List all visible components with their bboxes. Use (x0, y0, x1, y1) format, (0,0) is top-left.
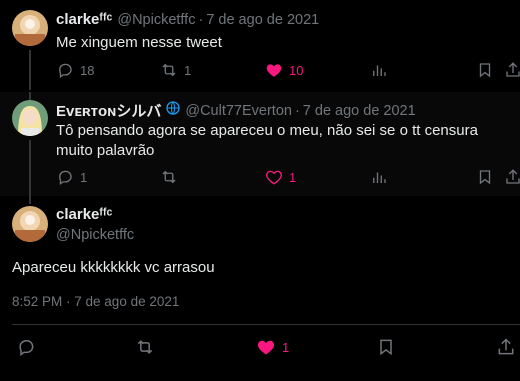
display-name[interactable]: Evᴇʀᴛᴏɴシルバ (56, 100, 161, 121)
share-icon (506, 169, 520, 184)
heart-filled-icon (266, 64, 282, 77)
reply-button[interactable] (16, 335, 36, 359)
like-button[interactable]: 1 (256, 335, 289, 359)
tweet-header: clarkeᶠᶠᶜ @Npicketffc · 7 de ago de 2021 (56, 11, 319, 28)
like-count: 1 (289, 169, 297, 185)
main-tweet-actions: 1 (0, 335, 520, 359)
display-name[interactable]: clarkeᶠᶠᶜ (56, 206, 134, 223)
reply-count: 18 (80, 62, 95, 78)
thread-line (29, 196, 31, 204)
avatar[interactable] (12, 100, 48, 136)
retweet-button[interactable] (135, 335, 155, 359)
user-handle[interactable]: @Npicketffc (56, 227, 134, 243)
separator-dot: · (198, 11, 204, 28)
user-handle[interactable]: @Npicketffc (117, 12, 195, 28)
share-button[interactable] (496, 335, 516, 359)
thread-line (29, 92, 31, 100)
bookmark-button[interactable] (476, 58, 494, 82)
share-icon (498, 338, 514, 355)
reply-icon (19, 340, 34, 356)
retweet-icon (162, 63, 176, 77)
share-button[interactable] (504, 58, 520, 82)
display-name[interactable]: clarkeᶠᶠᶜ (56, 11, 112, 28)
main-author: clarkeᶠᶠᶜ @Npicketffc (56, 206, 134, 243)
tweet-actions: 1 1 (0, 165, 520, 189)
avatar[interactable] (12, 206, 48, 242)
share-button[interactable] (504, 165, 520, 189)
avatar[interactable] (12, 10, 48, 46)
tweet-date[interactable]: 7 de ago de 2021 (303, 103, 416, 119)
user-handle[interactable]: @Cult77Everton (185, 103, 292, 119)
retweet-icon (137, 340, 153, 354)
views-chart-icon (373, 172, 386, 183)
like-button[interactable]: 1 (265, 165, 296, 189)
bookmark-icon (380, 339, 392, 356)
retweet-icon (162, 170, 176, 184)
separator-dot: · (294, 102, 300, 119)
heart-outline-icon (266, 170, 282, 185)
reply-button[interactable]: 18 (56, 58, 94, 82)
tweet-header: Evᴇʀᴛᴏɴシルバ @Cult77Everton · 7 de ago de … (56, 100, 416, 121)
bookmark-icon (479, 63, 491, 78)
heart-filled-icon (257, 340, 275, 355)
views-chart-icon (373, 65, 386, 76)
tweet-text: Me xinguem nesse tweet (56, 34, 222, 51)
tweet-date[interactable]: 7 de ago de 2021 (206, 12, 319, 28)
like-count: 10 (289, 62, 304, 78)
bookmark-button[interactable] (376, 335, 396, 359)
like-count: 1 (282, 339, 290, 355)
divider (12, 324, 520, 325)
like-button[interactable]: 10 (265, 58, 303, 82)
share-icon (506, 62, 520, 77)
views-button[interactable] (370, 165, 388, 189)
bookmark-button[interactable] (476, 165, 494, 189)
reply-count: 1 (80, 169, 88, 185)
reply-icon (59, 63, 72, 79)
tweet-actions: 18 1 10 (0, 58, 520, 82)
bookmark-icon (479, 170, 491, 185)
globe-icon (165, 100, 181, 121)
tweet-timestamp[interactable]: 8:52 PM · 7 de ago de 2021 (12, 294, 179, 309)
retweet-button[interactable] (160, 165, 184, 189)
main-tweet-text: Apareceu kkkkkkkk vc arrasou (12, 259, 215, 276)
reply-icon (59, 170, 72, 186)
retweet-count: 1 (184, 62, 192, 78)
tweet-text: Tô pensando agora se apareceu o meu, não… (56, 122, 478, 159)
views-button[interactable] (370, 58, 388, 82)
reply-button[interactable]: 1 (56, 165, 87, 189)
retweet-button[interactable]: 1 (160, 58, 191, 82)
